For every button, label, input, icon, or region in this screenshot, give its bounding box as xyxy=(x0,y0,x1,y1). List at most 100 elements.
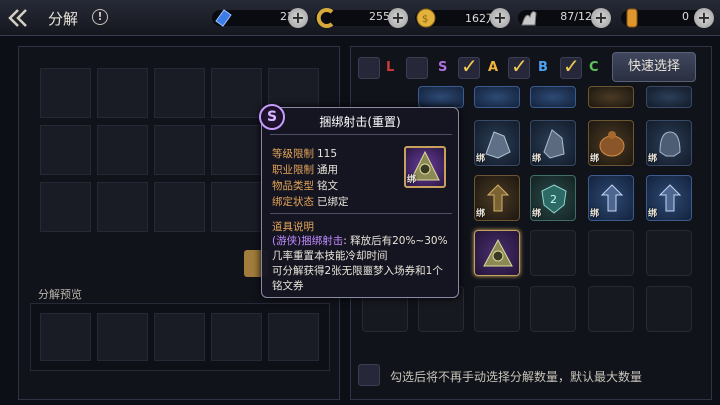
inventory-item[interactable] xyxy=(418,86,464,108)
description-title: 道具说明 xyxy=(272,221,314,233)
add-ticket-button[interactable]: + xyxy=(694,8,714,28)
row-key: 物品类型 xyxy=(272,180,314,192)
tooltip-item-icon: 绑 xyxy=(404,146,446,188)
helmet-icon xyxy=(659,131,681,157)
quick-select-button[interactable]: 快速选择 xyxy=(612,52,696,82)
inventory-item[interactable]: 绑 xyxy=(646,175,692,221)
max-quantity-checkbox[interactable] xyxy=(358,364,380,386)
row-key: 职业限制 xyxy=(272,164,314,176)
add-fatigue-button[interactable]: + xyxy=(591,8,611,28)
decompose-slot[interactable] xyxy=(40,68,91,118)
divider xyxy=(270,134,452,135)
inventory-item[interactable] xyxy=(588,86,634,108)
inventory-item[interactable]: 绑 xyxy=(530,120,576,166)
row-value: 通用 xyxy=(317,164,338,176)
bind-mark: 绑 xyxy=(648,154,658,164)
resource-gold-coin: $ 162万 + xyxy=(415,7,513,29)
inventory-item[interactable]: 绑 xyxy=(474,120,520,166)
decompose-slot[interactable] xyxy=(154,182,205,232)
resource-gold-rune: 2557 + xyxy=(315,7,411,29)
bind-mark: 绑 xyxy=(476,154,486,164)
filter-label-a: A xyxy=(488,60,499,75)
inventory-item[interactable]: 绑 xyxy=(646,120,692,166)
resource-value: 162万 xyxy=(465,12,497,25)
decompose-slot[interactable] xyxy=(154,125,205,175)
bind-mark: 绑 xyxy=(590,209,600,219)
filter-checkbox-a[interactable] xyxy=(458,54,480,79)
inscription-icon xyxy=(483,238,513,267)
inventory-item[interactable] xyxy=(474,86,520,108)
insignia-icon xyxy=(486,184,510,212)
ticket-icon xyxy=(621,7,643,29)
preview-slot xyxy=(97,313,148,361)
row-value: 115 xyxy=(317,148,338,160)
add-gold-coin-button[interactable]: + xyxy=(490,8,510,28)
inventory-item-selected[interactable] xyxy=(474,230,520,276)
bind-mark: 绑 xyxy=(532,209,542,219)
tooltip-row-bind: 绑定状态 已绑定 xyxy=(272,194,349,209)
row-key: 等级限制 xyxy=(272,148,314,160)
inventory-slot-empty[interactable] xyxy=(474,286,520,332)
filter-checkbox-b[interactable] xyxy=(508,54,530,79)
info-icon[interactable]: ! xyxy=(92,9,108,25)
filter-checkbox-l[interactable] xyxy=(358,57,380,79)
preview-slot xyxy=(40,313,91,361)
inventory-item[interactable]: 绑 xyxy=(588,175,634,221)
tooltip-row-class: 职业限制 通用 xyxy=(272,162,338,177)
decompose-slot[interactable] xyxy=(40,125,91,175)
svg-text:2: 2 xyxy=(550,193,557,206)
filter-checkbox-c[interactable] xyxy=(560,54,582,79)
bind-mark: 绑 xyxy=(590,154,600,164)
inventory-item[interactable]: 绑 xyxy=(474,175,520,221)
pot-icon xyxy=(599,131,625,157)
shield-icon: 2 xyxy=(541,184,567,214)
decompose-slot[interactable] xyxy=(97,125,148,175)
resource-value: 22 xyxy=(280,10,294,23)
inventory-slot-empty[interactable] xyxy=(588,230,634,276)
resource-value: 0 xyxy=(682,10,689,23)
tooltip-row-level: 等级限制 115 xyxy=(272,146,337,161)
decompose-slot[interactable] xyxy=(211,68,262,118)
inventory-slot-empty[interactable] xyxy=(530,230,576,276)
page-title: 分解 xyxy=(48,10,79,28)
decompose-slot[interactable] xyxy=(211,182,262,232)
tooltip-title: 捆绑射击(重置) xyxy=(319,115,401,129)
inventory-slot-empty[interactable] xyxy=(646,230,692,276)
divider xyxy=(270,213,452,214)
bind-mark: 绑 xyxy=(648,209,658,219)
resource-ticket: 0 + xyxy=(621,7,717,29)
filter-label-c: C xyxy=(589,60,599,75)
gauntlet-icon xyxy=(485,131,511,159)
decompose-slot[interactable] xyxy=(97,182,148,232)
inventory-item[interactable]: 绑 xyxy=(588,120,634,166)
skill-name: (游侠)捆绑射击 xyxy=(272,235,344,247)
inventory-slot-empty[interactable] xyxy=(530,286,576,332)
add-crystal-button[interactable]: + xyxy=(288,8,308,28)
crystal-icon xyxy=(212,7,234,29)
insignia-icon xyxy=(600,184,624,212)
add-gold-rune-button[interactable]: + xyxy=(388,8,408,28)
filter-checkbox-s[interactable] xyxy=(406,57,428,79)
bind-mark: 绑 xyxy=(476,209,486,219)
decompose-slot[interactable] xyxy=(97,68,148,118)
decompose-slot[interactable] xyxy=(211,125,262,175)
inventory-item[interactable] xyxy=(646,86,692,108)
inventory-slot-empty[interactable] xyxy=(646,286,692,332)
inventory-item[interactable] xyxy=(530,86,576,108)
tooltip-row-type: 物品类型 铭文 xyxy=(272,178,338,193)
decompose-yield: 可分解获得2张无限噩梦入场券和1个铭文券 xyxy=(272,265,443,292)
resource-fatigue: 87/120 + xyxy=(518,7,614,29)
fatigue-icon xyxy=(518,7,540,29)
back-arrow-icon[interactable] xyxy=(8,8,38,28)
description-text: (游侠)捆绑射击: 释放后有20%~30%几率重置本技能冷却时间 可分解获得2张… xyxy=(272,234,452,294)
resource-crystal: 22 + xyxy=(212,7,310,29)
bind-mark: 绑 xyxy=(407,175,417,185)
preview-slot xyxy=(154,313,205,361)
inventory-item[interactable]: 2 绑 xyxy=(530,175,576,221)
inventory-slot-empty[interactable] xyxy=(588,286,634,332)
preview-slot xyxy=(268,313,319,361)
decompose-slot[interactable] xyxy=(154,68,205,118)
row-key: 绑定状态 xyxy=(272,196,314,208)
gauntlet-icon xyxy=(543,129,565,159)
decompose-slot[interactable] xyxy=(40,182,91,232)
